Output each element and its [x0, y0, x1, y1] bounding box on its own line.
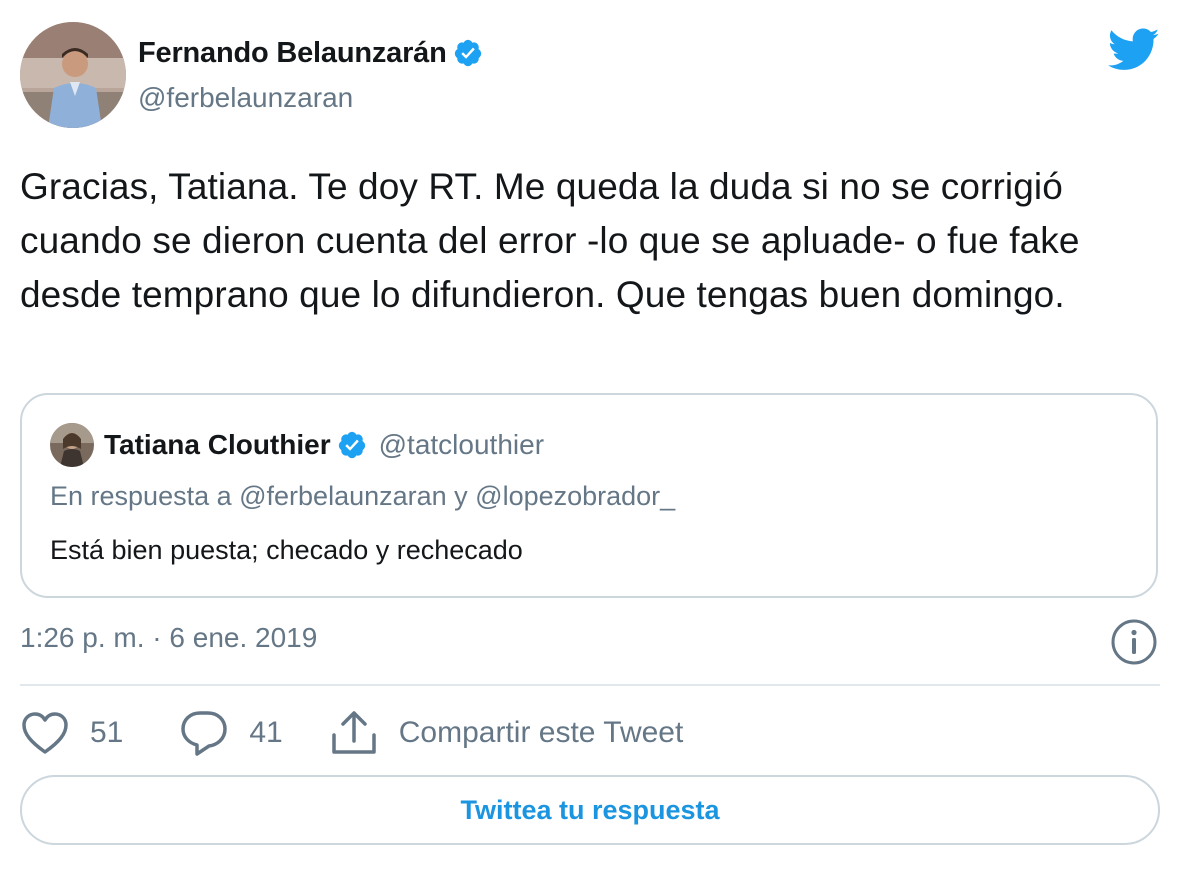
tweet-header: Fernando Belaunzarán @ferbelaunzaran	[20, 22, 483, 128]
reply-action[interactable]: 41	[179, 709, 283, 757]
quoted-verified-badge-icon	[338, 431, 365, 459]
like-count: 51	[90, 716, 124, 749]
reply-button[interactable]: Twittea tu respuesta	[20, 775, 1160, 845]
share-icon[interactable]	[329, 709, 379, 757]
quoted-author-name[interactable]: Tatiana Clouthier	[104, 429, 331, 461]
heart-icon[interactable]	[20, 710, 70, 756]
reply-bubble-icon[interactable]	[179, 709, 229, 757]
tweet-text: Gracias, Tatiana. Te doy RT. Me queda la…	[20, 166, 1080, 315]
author-handle[interactable]: @ferbelaunzaran	[138, 82, 483, 114]
quoted-author-handle[interactable]: @tatclouthier	[379, 429, 544, 461]
author-name[interactable]: Fernando Belaunzarán	[138, 37, 447, 70]
quoted-author-avatar	[50, 423, 94, 467]
share-action[interactable]: Compartir este Tweet	[329, 709, 684, 757]
reply-count: 41	[249, 716, 283, 749]
author-name-row: Fernando Belaunzarán	[138, 37, 483, 70]
tweet-timestamp[interactable]: 1:26 p. m. · 6 ene. 2019	[20, 622, 317, 654]
like-action[interactable]: 51	[20, 710, 123, 756]
author-identity: Fernando Belaunzarán @ferbelaunzaran	[138, 37, 483, 114]
quoted-tweet-header: Tatiana Clouthier @tatclouthier	[50, 423, 544, 467]
verified-badge-icon	[454, 39, 481, 67]
info-icon[interactable]	[1110, 618, 1158, 666]
author-avatar[interactable]	[20, 22, 126, 128]
twitter-bird-icon[interactable]	[1108, 28, 1160, 72]
tweet-actions: 51 41 Compartir este Tweet	[20, 706, 683, 760]
quoted-tweet-text: Está bien puesta; checado y rechecado	[50, 535, 523, 565]
share-label[interactable]: Compartir este Tweet	[399, 716, 684, 750]
divider	[20, 684, 1160, 686]
quoted-tweet[interactable]: Tatiana Clouthier @tatclouthier En respu…	[20, 393, 1158, 598]
tweet-card: Fernando Belaunzarán @ferbelaunzaran Gra…	[0, 0, 1200, 878]
quoted-reply-context: En respuesta a @ferbelaunzaran y @lopezo…	[50, 481, 676, 511]
